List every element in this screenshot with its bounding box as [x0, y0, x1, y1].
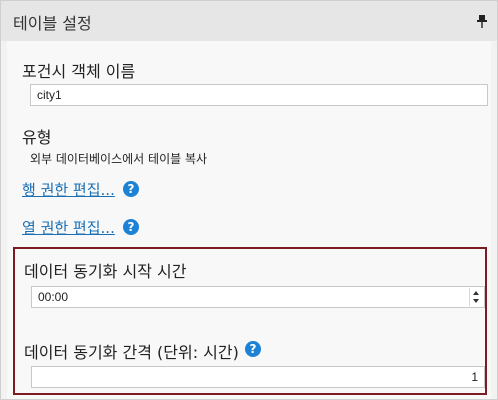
forecast-object-name-field[interactable]: city1 — [30, 84, 488, 106]
panel-title: 테이블 설정 — [13, 14, 92, 33]
spin-up-icon[interactable] — [473, 291, 479, 295]
sync-start-time-value: 00:00 — [38, 290, 69, 304]
panel-body: 포건시 객체 이름 city1 유형 외부 데이터베이스에서 테이블 복사 행 … — [7, 41, 491, 399]
time-spinner[interactable] — [469, 288, 482, 306]
help-icon[interactable]: ? — [123, 181, 139, 197]
type-label: 유형 — [22, 128, 52, 147]
table-settings-panel: 테이블 설정 포건시 객체 이름 city1 유형 외부 데이터베이스에서 테이… — [0, 0, 498, 400]
edit-column-permissions-link[interactable]: 열 권한 편집... — [22, 217, 115, 238]
pin-icon[interactable] — [477, 14, 487, 28]
edit-row-permissions-link[interactable]: 행 권한 편집... — [22, 179, 115, 200]
panel-header: 테이블 설정 — [1, 1, 497, 41]
help-icon[interactable]: ? — [123, 219, 139, 235]
spin-down-icon[interactable] — [473, 299, 479, 303]
type-value: 외부 데이터베이스에서 테이블 복사 — [30, 152, 208, 166]
help-icon[interactable]: ? — [245, 341, 261, 357]
sync-interval-label: 데이터 동기화 간격 (단위: 시간) — [24, 343, 239, 362]
data-sync-group: 데이터 동기화 시작 시간 00:00 데이터 동기화 간격 (단위: 시간) … — [13, 247, 487, 395]
forecast-object-name-label: 포건시 객체 이름 — [22, 62, 136, 81]
sync-start-time-label: 데이터 동기화 시작 시간 — [24, 262, 187, 281]
sync-start-time-field[interactable]: 00:00 — [31, 286, 485, 308]
sync-interval-field[interactable]: 1 — [31, 366, 485, 388]
